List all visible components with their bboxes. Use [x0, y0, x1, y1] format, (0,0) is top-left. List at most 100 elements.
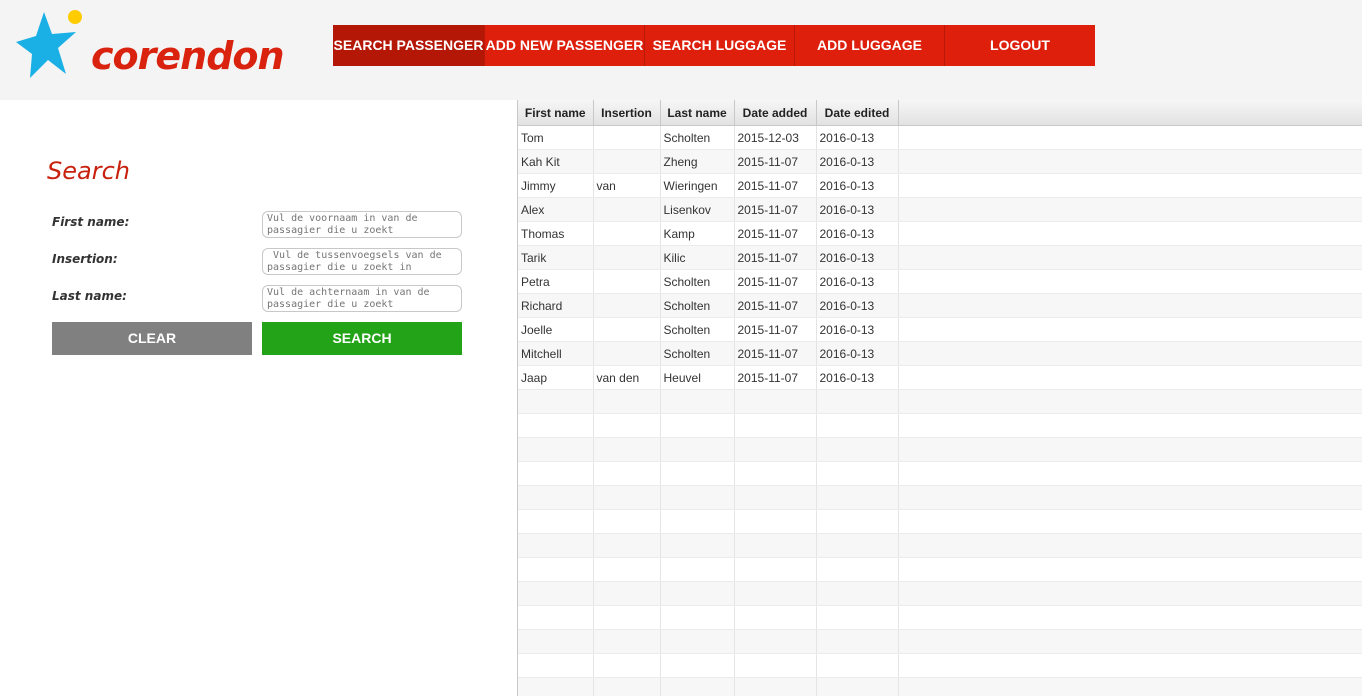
cell-first-name	[518, 485, 594, 510]
nav-add-luggage[interactable]: ADD LUGGAGE	[795, 25, 945, 66]
cell-date-edited	[816, 629, 899, 654]
cell-last-name	[660, 677, 735, 696]
cell-filler	[898, 557, 1362, 582]
insertion-input[interactable]	[262, 248, 462, 275]
table-row[interactable]: Kah Kit Zheng 2015-11-07 2016-0-13	[518, 149, 1362, 174]
table-row-empty	[518, 677, 1362, 696]
cell-insertion	[593, 125, 661, 150]
table-row-empty	[518, 389, 1362, 414]
cell-date-edited: 2016-0-13	[816, 317, 899, 342]
cell-first-name: Alex	[518, 197, 594, 222]
cell-insertion	[593, 221, 661, 246]
cell-last-name	[660, 629, 735, 654]
cell-date-added	[734, 509, 817, 534]
cell-last-name: Scholten	[660, 317, 735, 342]
cell-filler	[898, 317, 1362, 342]
nav-search-passenger[interactable]: SEARCH PASSENGER	[333, 25, 485, 66]
cell-insertion	[593, 389, 661, 414]
cell-filler	[898, 245, 1362, 270]
cell-date-edited	[816, 437, 899, 462]
cell-last-name	[660, 605, 735, 630]
cell-date-added: 2015-11-07	[734, 317, 817, 342]
column-first-name[interactable]: First name	[518, 100, 594, 126]
column-insertion[interactable]: Insertion	[593, 100, 661, 126]
cell-date-edited	[816, 389, 899, 414]
first-name-input[interactable]	[262, 211, 462, 238]
table-row[interactable]: Jaap van den Heuvel 2015-11-07 2016-0-13	[518, 365, 1362, 390]
cell-last-name	[660, 437, 735, 462]
cell-last-name	[660, 533, 735, 558]
cell-first-name: Joelle	[518, 317, 594, 342]
cell-first-name: Thomas	[518, 221, 594, 246]
search-button[interactable]: SEARCH	[262, 322, 462, 355]
cell-first-name	[518, 557, 594, 582]
table-row[interactable]: Tarik Kilic 2015-11-07 2016-0-13	[518, 245, 1362, 270]
cell-date-added	[734, 437, 817, 462]
cell-last-name	[660, 581, 735, 606]
cell-first-name	[518, 437, 594, 462]
cell-last-name: Scholten	[660, 125, 735, 150]
table-row[interactable]: Alex Lisenkov 2015-11-07 2016-0-13	[518, 197, 1362, 222]
cell-insertion	[593, 605, 661, 630]
cell-first-name	[518, 677, 594, 696]
cell-first-name	[518, 389, 594, 414]
cell-date-edited	[816, 509, 899, 534]
cell-date-edited: 2016-0-13	[816, 197, 899, 222]
cell-date-added	[734, 413, 817, 438]
cell-first-name: Tom	[518, 125, 594, 150]
cell-first-name	[518, 581, 594, 606]
table-row[interactable]: Mitchell Scholten 2015-11-07 2016-0-13	[518, 341, 1362, 366]
table-row[interactable]: Richard Scholten 2015-11-07 2016-0-13	[518, 293, 1362, 318]
cell-date-edited: 2016-0-13	[816, 245, 899, 270]
cell-date-edited: 2016-0-13	[816, 125, 899, 150]
cell-last-name: Kilic	[660, 245, 735, 270]
cell-insertion	[593, 581, 661, 606]
cell-insertion	[593, 341, 661, 366]
cell-insertion	[593, 653, 661, 678]
cell-date-edited	[816, 581, 899, 606]
search-title: Search	[47, 157, 130, 185]
table-row[interactable]: Jimmy van Wieringen 2015-11-07 2016-0-13	[518, 173, 1362, 198]
nav-add-new-passenger[interactable]: ADD NEW PASSENGER	[485, 25, 645, 66]
cell-date-edited: 2016-0-13	[816, 293, 899, 318]
cell-first-name	[518, 509, 594, 534]
table-row[interactable]: Tom Scholten 2015-12-03 2016-0-13	[518, 125, 1362, 150]
cell-date-edited	[816, 461, 899, 486]
cell-insertion	[593, 485, 661, 510]
cell-filler	[898, 197, 1362, 222]
cell-date-added: 2015-12-03	[734, 125, 817, 150]
brand-name: corendon	[91, 34, 285, 78]
cell-date-added: 2015-11-07	[734, 293, 817, 318]
table-row[interactable]: Thomas Kamp 2015-11-07 2016-0-13	[518, 221, 1362, 246]
cell-date-added: 2015-11-07	[734, 269, 817, 294]
cell-date-added	[734, 533, 817, 558]
cell-insertion	[593, 149, 661, 174]
table-row[interactable]: Petra Scholten 2015-11-07 2016-0-13	[518, 269, 1362, 294]
passenger-table: First name Insertion Last name Date adde…	[517, 100, 1362, 696]
cell-last-name	[660, 509, 735, 534]
main-nav: SEARCH PASSENGER ADD NEW PASSENGER SEARC…	[333, 25, 1095, 66]
cell-date-edited	[816, 605, 899, 630]
last-name-input[interactable]	[262, 285, 462, 312]
table-row[interactable]: Joelle Scholten 2015-11-07 2016-0-13	[518, 317, 1362, 342]
header-bar: corendon SEARCH PASSENGER ADD NEW PASSEN…	[0, 0, 1362, 100]
column-date-added[interactable]: Date added	[734, 100, 817, 126]
clear-button[interactable]: CLEAR	[52, 322, 252, 355]
cell-last-name: Wieringen	[660, 173, 735, 198]
nav-search-luggage[interactable]: SEARCH LUGGAGE	[645, 25, 795, 66]
cell-date-edited	[816, 557, 899, 582]
cell-date-added	[734, 653, 817, 678]
nav-logout[interactable]: LOGOUT	[945, 25, 1095, 66]
cell-filler	[898, 461, 1362, 486]
cell-last-name	[660, 653, 735, 678]
cell-last-name: Scholten	[660, 293, 735, 318]
cell-filler	[898, 533, 1362, 558]
cell-filler	[898, 149, 1362, 174]
cell-last-name: Lisenkov	[660, 197, 735, 222]
cell-first-name	[518, 629, 594, 654]
cell-filler	[898, 485, 1362, 510]
column-last-name[interactable]: Last name	[660, 100, 735, 126]
cell-first-name: Mitchell	[518, 341, 594, 366]
cell-insertion	[593, 269, 661, 294]
column-date-edited[interactable]: Date edited	[816, 100, 899, 126]
